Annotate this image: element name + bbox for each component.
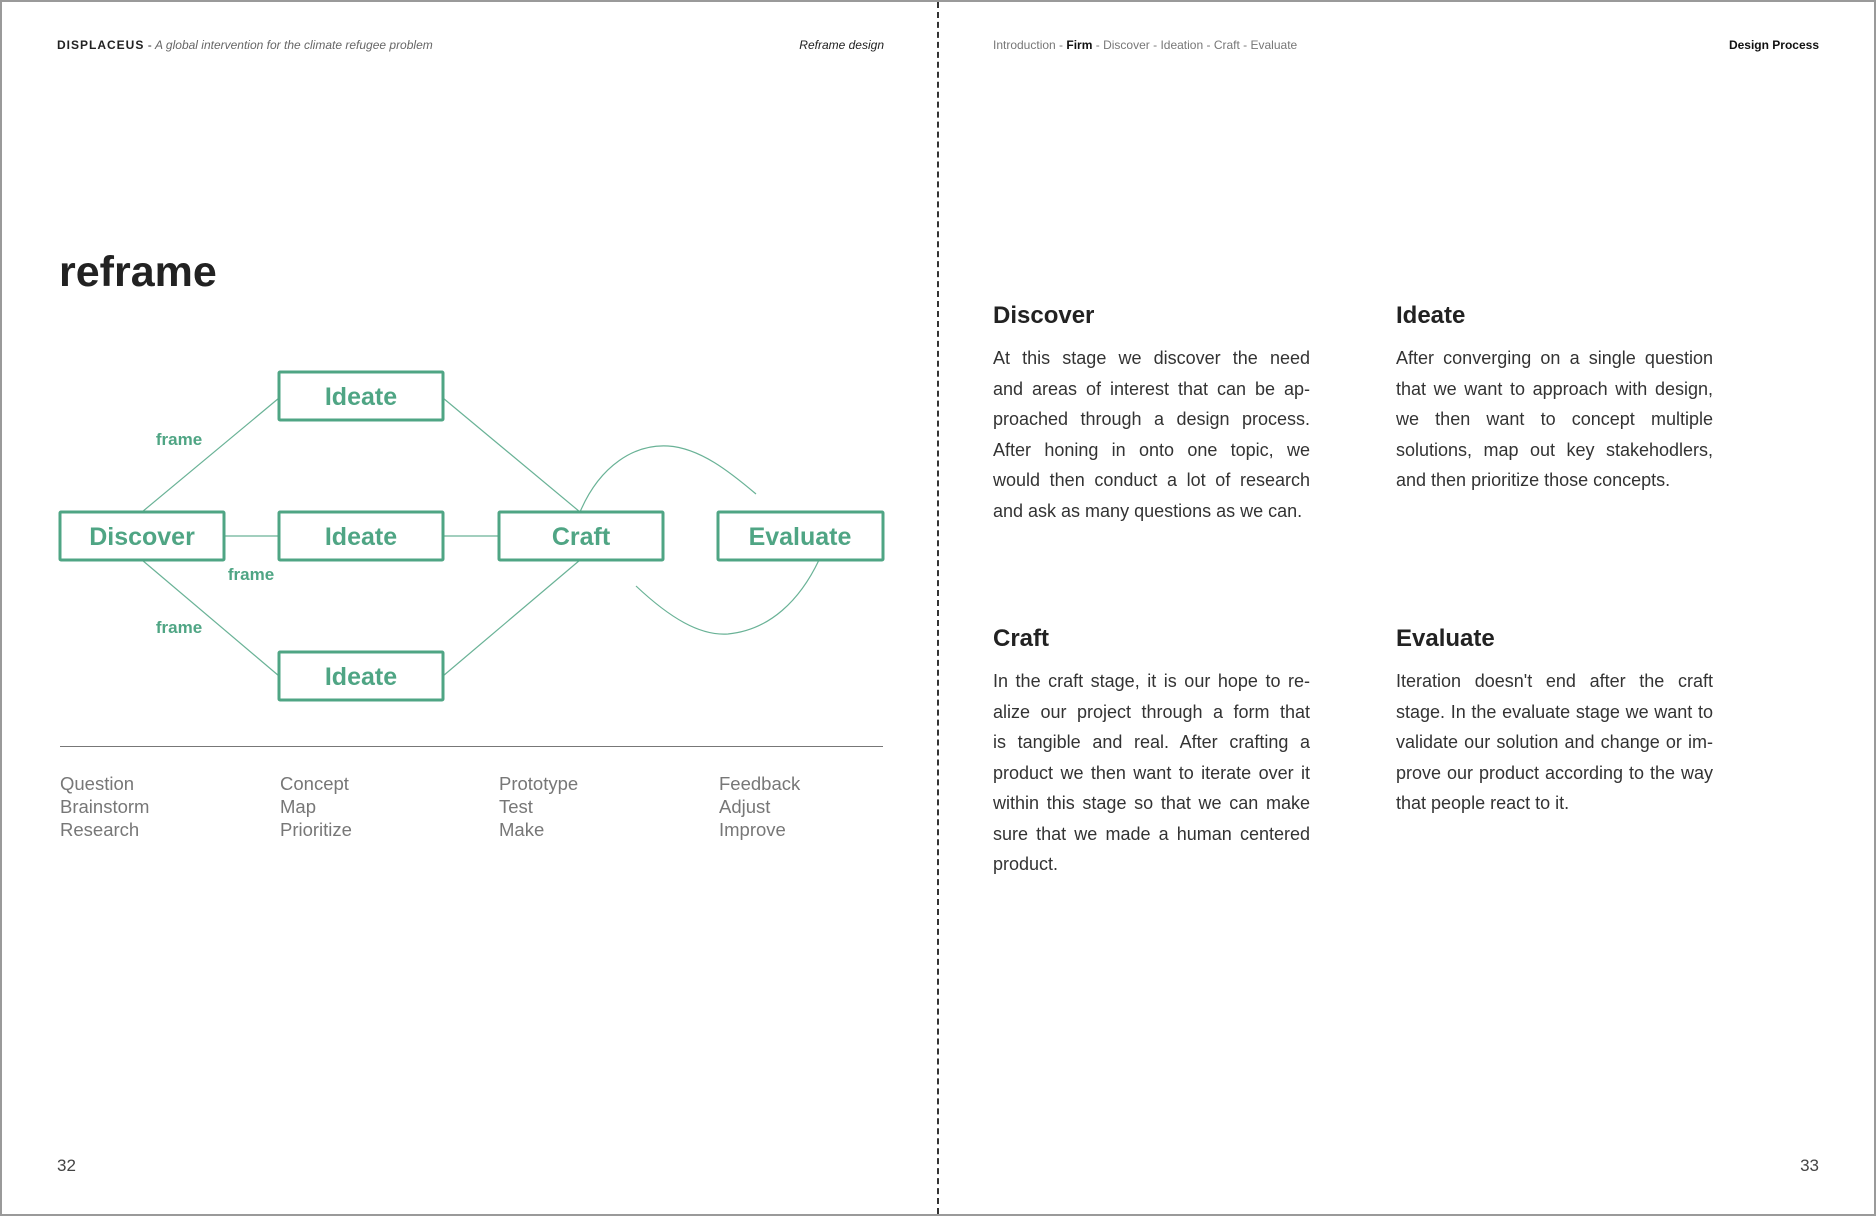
paragraph-line: At this stage we discover the need	[993, 348, 1310, 368]
paragraph-line: and ask as many questions as we can.	[993, 500, 1303, 521]
activity-item: Improve	[719, 819, 786, 840]
section-ideate: Ideate After converging on a single quest…	[1396, 302, 1713, 496]
paragraph-line: prove our product according to the way	[1396, 762, 1713, 783]
node-discover: Discover	[89, 523, 195, 551]
paragraph-line: that people react to it.	[1396, 793, 1570, 813]
edge-label-frame: frame	[156, 618, 202, 637]
edge-ideate-top-craft	[442, 397, 581, 513]
activity-item: Prioritize	[280, 819, 352, 840]
node-ideate-bottom: Ideate	[325, 663, 397, 691]
breadcrumb-item[interactable]: Ideation	[1160, 38, 1203, 52]
edge-label-frame: frame	[156, 430, 202, 449]
edge-discover-ideate-top	[141, 397, 280, 513]
breadcrumb-item[interactable]: Introduction	[993, 38, 1056, 52]
paragraph-line: within this stage so that we can make	[993, 793, 1310, 813]
section-heading: Ideate	[1396, 302, 1466, 329]
breadcrumb-item[interactable]: Discover	[1103, 38, 1150, 52]
activity-item: Prototype	[499, 773, 579, 794]
paragraph-line: stage. In the evaluate stage we want to	[1396, 701, 1713, 722]
paragraph-line: validate our solution and change or im-	[1396, 732, 1713, 752]
paragraph-line: is tangible and real. After crafting a	[993, 732, 1310, 752]
activity-item: Test	[499, 796, 533, 817]
activity-item: Map	[280, 796, 316, 817]
paragraph-line: solutions, map out key stakehodlers,	[1396, 439, 1713, 460]
section-discover: Discover At this stage we discover the ne…	[993, 302, 1310, 526]
paragraph-line: proached through a design process.	[993, 409, 1310, 429]
node-craft: Craft	[552, 523, 611, 551]
process-diagram: Discover Ideate Ideate Ideate Craft Eval…	[58, 370, 885, 702]
node-ideate-top: Ideate	[325, 383, 397, 411]
node-ideate-mid: Ideate	[325, 523, 397, 551]
node-evaluate: Evaluate	[749, 523, 852, 551]
activity-item: Adjust	[719, 796, 771, 817]
paragraph-line: In the craft stage, it is our hope to re…	[993, 671, 1310, 691]
section-craft: Craft In the craft stage, it is our hope …	[993, 625, 1310, 880]
edge-ideate-bottom-craft	[442, 559, 581, 677]
activity-column-craft: Prototype Test Make	[499, 772, 578, 841]
paragraph-line: After converging on a single question	[1396, 348, 1713, 368]
paragraph-line: Iteration doesn't end after the craft	[1396, 671, 1713, 691]
activity-item: Concept	[280, 773, 349, 794]
section-label-right: Design Process	[1728, 38, 1819, 52]
paragraph-line: that we want to approach with design,	[1396, 378, 1713, 399]
loop-arc-bottom	[635, 559, 820, 635]
activity-item: Research	[60, 819, 140, 840]
activity-item: Question	[60, 773, 135, 794]
paragraph-line: product.	[993, 854, 1059, 874]
paragraph-line: After honing in onto one topic, we	[993, 439, 1310, 460]
section-heading: Evaluate	[1396, 625, 1495, 652]
section-heading: Discover	[993, 302, 1095, 329]
breadcrumb-item[interactable]: Craft	[1214, 38, 1240, 52]
breadcrumb-item[interactable]: Evaluate	[1251, 38, 1298, 52]
paragraph-line: product we then want to iterate over it	[993, 762, 1310, 783]
breadcrumb: Introduction - Firm - Discover - Ideatio…	[993, 38, 1298, 52]
paragraph-line: sure that we made a human centered	[993, 823, 1310, 844]
loop-arc-top	[579, 445, 757, 513]
breadcrumb-item-active[interactable]: Firm	[1066, 38, 1092, 52]
activity-item: Make	[499, 819, 545, 840]
section-heading: Craft	[993, 625, 1050, 652]
edge-label-frame: frame	[228, 565, 274, 584]
page-number-right: 33	[1800, 1156, 1819, 1175]
section-evaluate: Evaluate Iteration doesn't end after the …	[1396, 625, 1713, 819]
paragraph-line: would then conduct a lot of research	[993, 470, 1310, 490]
activity-column-evaluate: Feedback Adjust Improve	[719, 772, 800, 841]
paragraph-line: alize our project through a form that	[993, 701, 1310, 722]
page-number-left: 32	[57, 1156, 76, 1175]
activity-item: Brainstorm	[60, 796, 150, 817]
paragraph-line: and then prioritize those concepts.	[1396, 470, 1671, 490]
activity-column-ideate: Concept Map Prioritize	[280, 772, 352, 841]
activity-item: Feedback	[719, 773, 801, 794]
activity-column-discover: Question Brainstorm Research	[60, 772, 149, 841]
paragraph-line: we then want to concept multiple	[1396, 409, 1713, 429]
divider-rule	[60, 746, 883, 747]
paragraph-line: and areas of interest that can be ap-	[993, 378, 1310, 399]
